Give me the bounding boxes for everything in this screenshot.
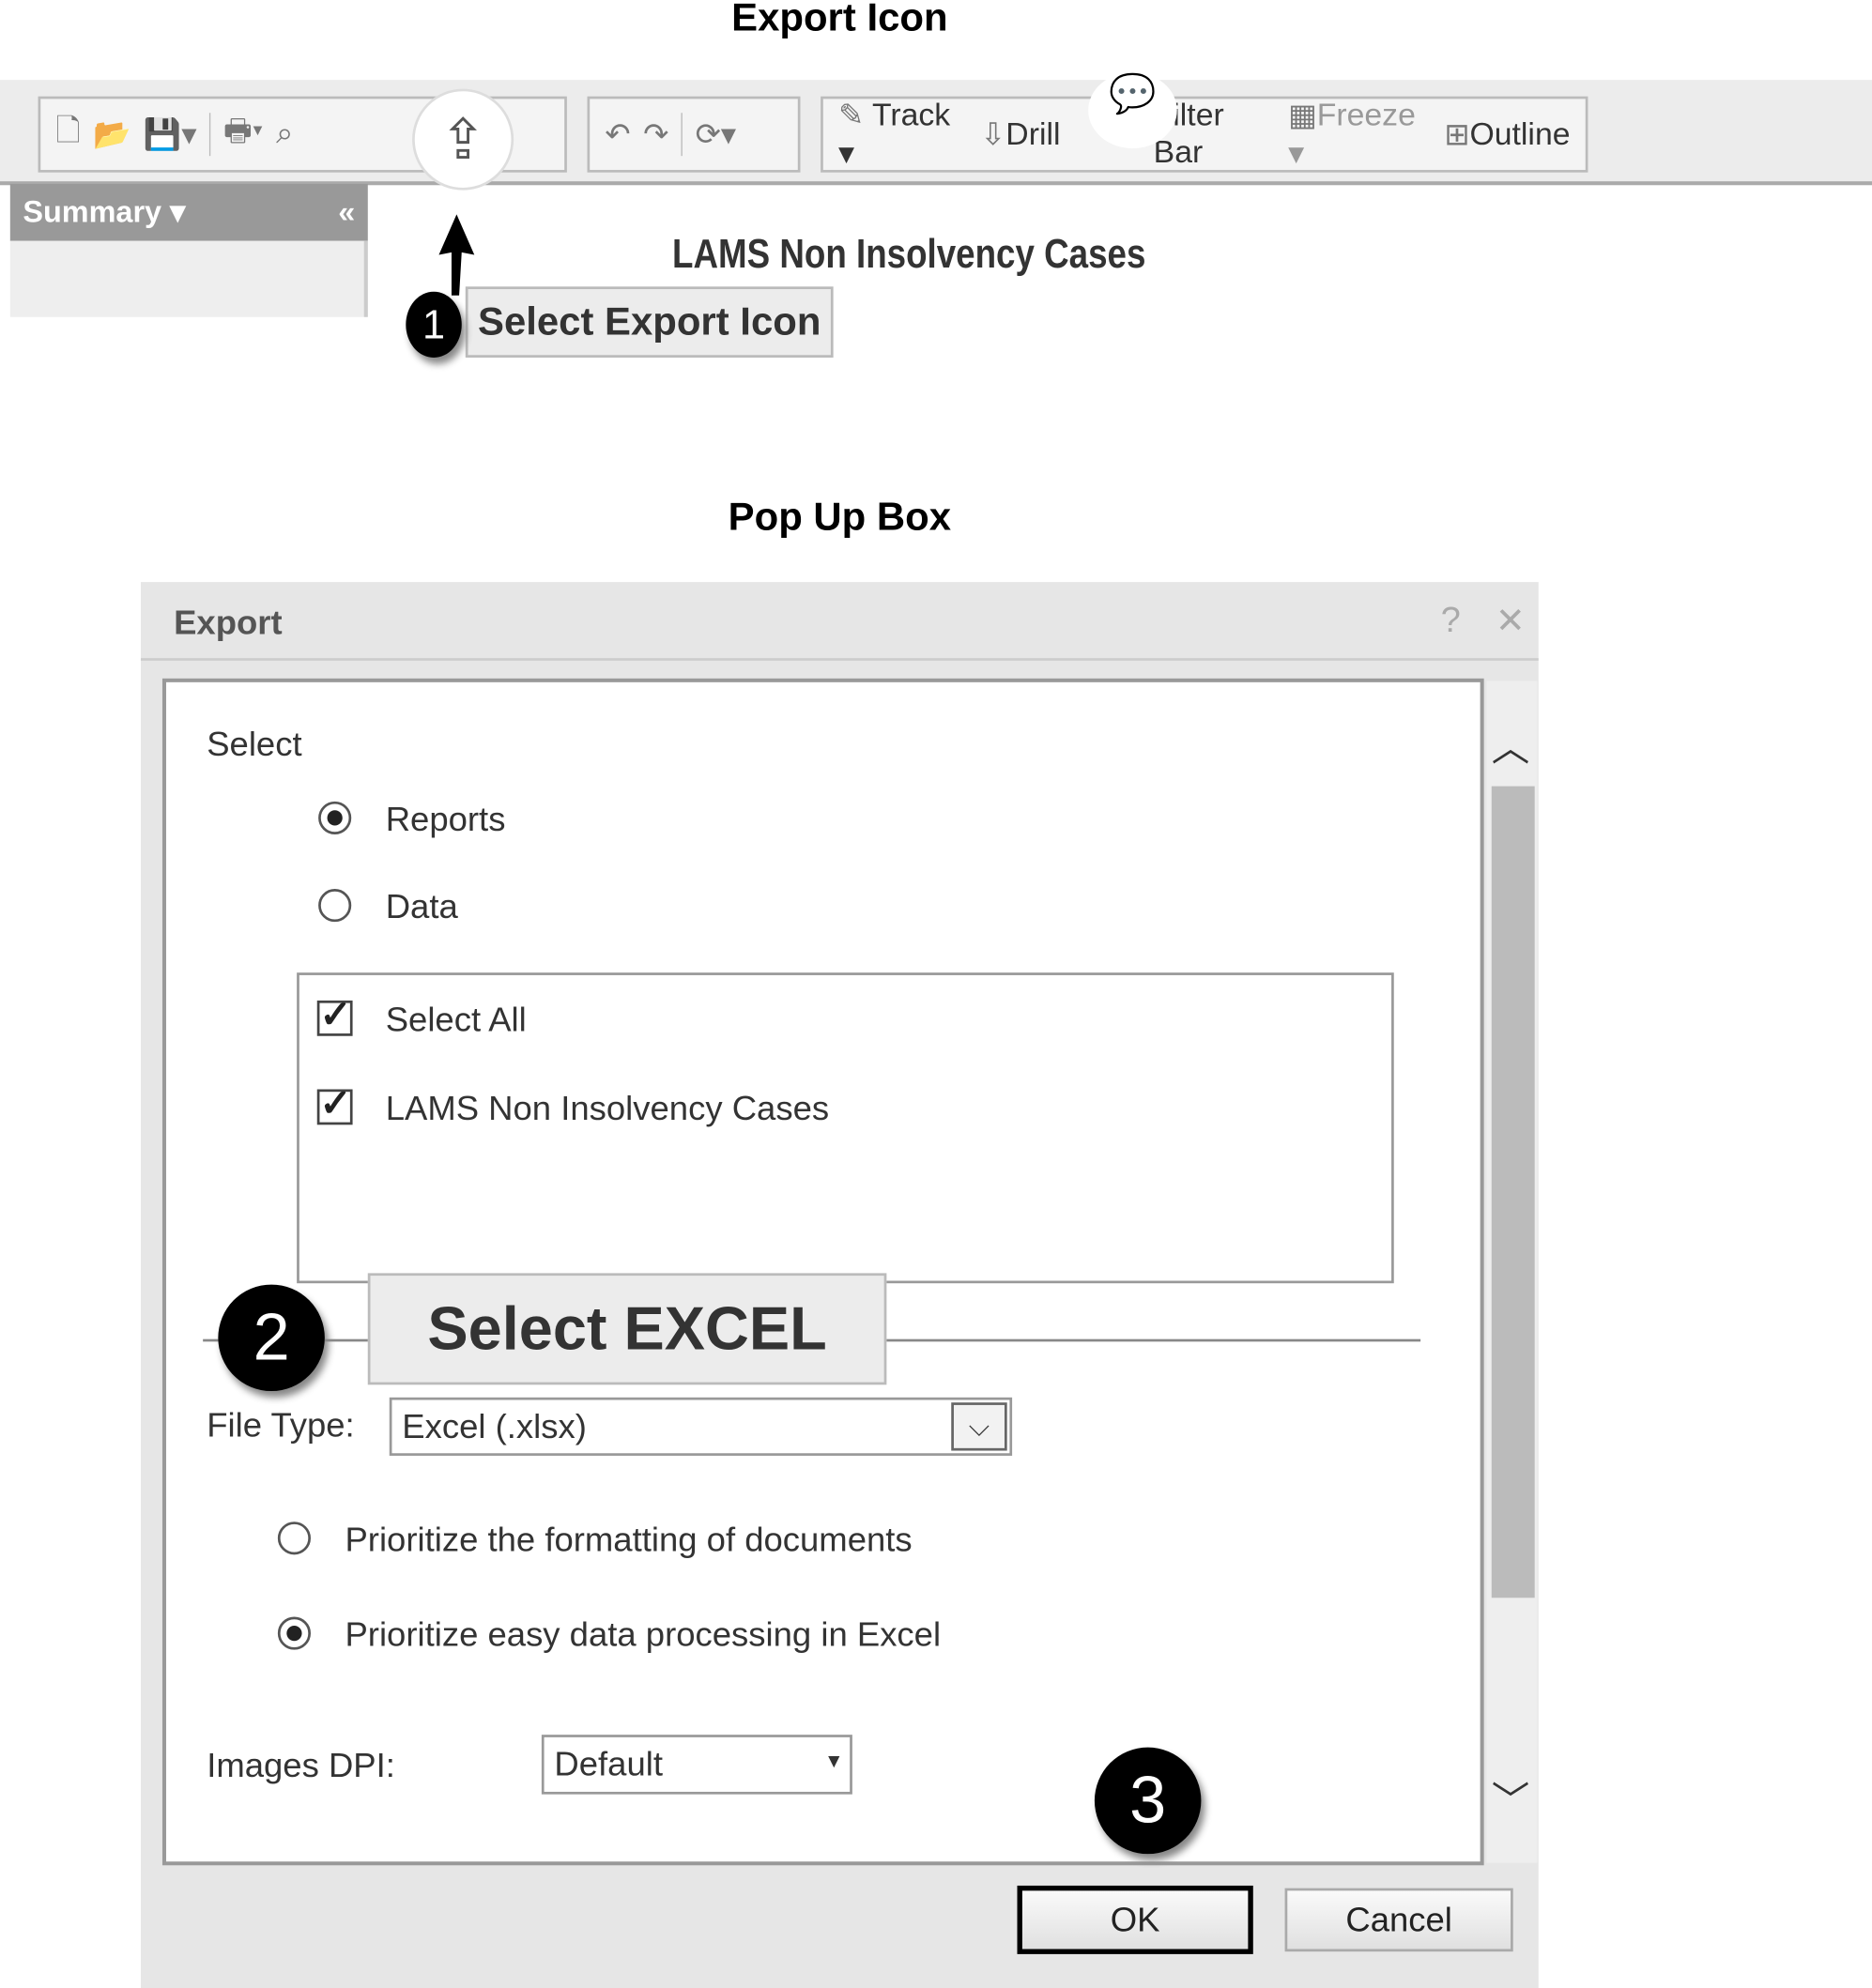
freeze-icon: ▦ xyxy=(1288,98,1317,133)
scrollbar-thumb[interactable] xyxy=(1491,786,1535,1598)
report-checkbox[interactable]: ✓ xyxy=(316,1085,353,1125)
select-all-checkbox[interactable]: ✓ xyxy=(316,996,353,1036)
drill-button[interactable]: ⇩Drill xyxy=(980,116,1060,153)
track-icon: ✎ xyxy=(838,98,865,133)
drill-label: Drill xyxy=(1005,115,1061,152)
dialog-title: Export xyxy=(174,604,283,642)
file-type-value: Excel (.xlsx) xyxy=(402,1406,587,1445)
save-icon[interactable]: 💾▾ xyxy=(144,116,197,153)
export-icon[interactable]: ⇪ xyxy=(412,88,514,191)
outline-button[interactable]: ⊞Outline xyxy=(1444,116,1570,153)
formatting-radio[interactable] xyxy=(277,1522,311,1555)
comment-icon: 💬 xyxy=(1088,72,1177,149)
collapse-icon[interactable]: « xyxy=(338,194,355,230)
arrow-icon xyxy=(438,214,475,296)
help-icon[interactable]: ? xyxy=(1441,600,1461,640)
summary-text: Summary xyxy=(23,195,162,230)
track-label: Track xyxy=(871,97,951,133)
callout-select-export: Select Export Icon xyxy=(465,286,834,358)
images-dpi-value: Default xyxy=(554,1744,663,1783)
toolbar-group-analysis: ✎ Track ▾ ⇩Drill Filter Bar ▦Freeze ▾ ⊞O… xyxy=(821,96,1588,173)
report-title: LAMS Non Insolvency Cases xyxy=(672,230,1146,277)
dialog-header xyxy=(140,582,1539,661)
heading-popup-box: Pop Up Box xyxy=(728,494,952,540)
scroll-down-icon[interactable]: ﹀ xyxy=(1492,1769,1530,1825)
dropdown-arrow-icon: ▾ xyxy=(828,1747,840,1773)
refresh-icon[interactable]: ⟳▾ xyxy=(696,116,736,153)
reports-label: Reports xyxy=(385,800,506,839)
select-all-label: Select All xyxy=(385,1000,527,1039)
divider xyxy=(209,113,211,157)
redo-icon[interactable]: ↷ xyxy=(643,116,668,153)
data-processing-label: Prioritize easy data processing in Excel xyxy=(345,1615,942,1654)
track-button[interactable]: ✎ Track ▾ xyxy=(838,97,962,172)
callout-select-excel: Select EXCEL xyxy=(367,1273,887,1385)
data-label: Data xyxy=(385,887,458,926)
summary-label: Summary ▾ xyxy=(23,195,186,230)
toolbar: 🗋 📂 💾▾ 🖶▾ ⌕ ↶ ↷ ⟳▾ ✎ Track ▾ ⇩Drill Filt… xyxy=(0,72,1872,186)
select-label: Select xyxy=(207,725,302,764)
summary-panel-header[interactable]: Summary ▾ « xyxy=(9,183,368,241)
file-type-label: File Type: xyxy=(207,1406,355,1445)
scroll-up-icon[interactable]: ︿ xyxy=(1492,716,1530,772)
outline-label: Outline xyxy=(1469,115,1571,152)
drill-icon: ⇩ xyxy=(980,116,1006,152)
divider xyxy=(681,113,683,157)
heading-export-icon: Export Icon xyxy=(731,0,948,39)
close-icon[interactable]: ✕ xyxy=(1496,600,1526,642)
formatting-label: Prioritize the formatting of documents xyxy=(345,1520,913,1559)
images-dpi-label: Images DPI: xyxy=(207,1746,395,1784)
data-radio[interactable] xyxy=(318,889,352,923)
open-folder-icon[interactable]: 📂 xyxy=(93,116,130,153)
ok-button[interactable]: OK xyxy=(1017,1885,1253,1954)
summary-panel-body xyxy=(9,240,368,317)
step-badge-1: 1 xyxy=(406,291,462,358)
reports-radio[interactable] xyxy=(318,801,352,834)
data-processing-radio[interactable] xyxy=(277,1616,311,1650)
report-label: LAMS Non Insolvency Cases xyxy=(385,1089,830,1128)
freeze-button[interactable]: ▦Freeze ▾ xyxy=(1288,97,1426,172)
toolbar-group-edit: ↶ ↷ ⟳▾ xyxy=(587,96,801,173)
freeze-label: Freeze xyxy=(1316,97,1416,133)
find-icon[interactable]: ⌕ xyxy=(276,116,293,152)
step-badge-3: 3 xyxy=(1094,1747,1202,1855)
cancel-button[interactable]: Cancel xyxy=(1284,1888,1513,1952)
outline-icon: ⊞ xyxy=(1444,116,1470,152)
images-dpi-select[interactable]: Default ▾ xyxy=(541,1735,852,1795)
file-type-select[interactable]: Excel (.xlsx) ⌵ xyxy=(389,1397,1013,1456)
chevron-down-icon[interactable]: ⌵ xyxy=(951,1402,1007,1451)
undo-icon[interactable]: ↶ xyxy=(605,116,630,153)
print-icon[interactable]: 🖶▾ xyxy=(223,109,264,161)
step-badge-2: 2 xyxy=(218,1284,325,1392)
new-document-icon[interactable]: 🗋 xyxy=(55,109,80,161)
